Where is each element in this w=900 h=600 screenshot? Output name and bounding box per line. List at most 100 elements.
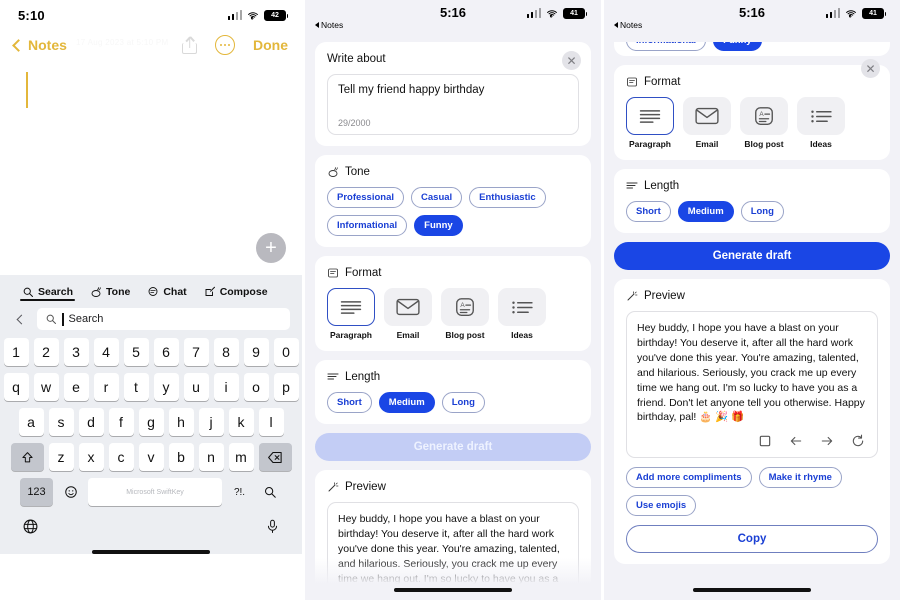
key-a[interactable]: a bbox=[18, 408, 44, 436]
close-icon[interactable]: ✕ bbox=[562, 51, 581, 70]
space-key[interactable]: Microsoft SwiftKey bbox=[88, 478, 222, 506]
format-option-ideas[interactable]: Ideas bbox=[796, 97, 845, 149]
tone-chip-professional[interactable]: Professional bbox=[326, 187, 405, 208]
tone-chip-funny[interactable]: Funny bbox=[414, 215, 463, 236]
format-title: Format bbox=[643, 76, 681, 88]
key-j[interactable]: j bbox=[198, 408, 224, 436]
share-button[interactable] bbox=[182, 36, 197, 54]
search-input[interactable]: Search bbox=[37, 308, 290, 330]
tone-chip-informational[interactable]: Informational bbox=[625, 42, 707, 51]
length-chip-long[interactable]: Long bbox=[740, 201, 784, 222]
key-c[interactable]: c bbox=[108, 443, 134, 471]
arrow-left-icon[interactable] bbox=[789, 434, 803, 448]
key-5[interactable]: 5 bbox=[123, 338, 149, 366]
key-g[interactable]: g bbox=[138, 408, 164, 436]
length-chip-long[interactable]: Long bbox=[441, 392, 485, 413]
globe-button[interactable] bbox=[22, 518, 39, 540]
key-p[interactable]: p bbox=[273, 373, 299, 401]
key-r[interactable]: r bbox=[93, 373, 119, 401]
format-option-email[interactable]: Email bbox=[383, 288, 432, 340]
key-8[interactable]: 8 bbox=[213, 338, 239, 366]
key-u[interactable]: u bbox=[183, 373, 209, 401]
key-l[interactable]: l bbox=[258, 408, 284, 436]
tab-compose[interactable]: Compose bbox=[204, 286, 268, 301]
back-to-notes-link[interactable]: Notes bbox=[613, 20, 642, 30]
close-icon[interactable]: ✕ bbox=[861, 59, 880, 78]
key-x[interactable]: x bbox=[78, 443, 104, 471]
format-option-ideas[interactable]: Ideas bbox=[497, 288, 546, 340]
key-0[interactable]: 0 bbox=[273, 338, 299, 366]
keyboard-keys: 1 2 3 4 5 6 7 8 9 0 q w e r t y u i o p … bbox=[0, 338, 302, 516]
key-i[interactable]: i bbox=[213, 373, 239, 401]
key-d[interactable]: d bbox=[78, 408, 104, 436]
key-4[interactable]: 4 bbox=[93, 338, 119, 366]
numeric-key[interactable]: 123 bbox=[20, 478, 53, 506]
tone-chip-enthusiastic[interactable]: Enthusiastic bbox=[469, 187, 546, 208]
key-o[interactable]: o bbox=[243, 373, 269, 401]
preview-text: Hey buddy, I hope you have a blast on yo… bbox=[636, 322, 865, 424]
key-b[interactable]: b bbox=[168, 443, 194, 471]
tab-tone[interactable]: Tone bbox=[90, 286, 130, 301]
key-h[interactable]: h bbox=[168, 408, 194, 436]
write-about-input[interactable]: Tell my friend happy birthday 29/2000 bbox=[326, 74, 579, 135]
key-f[interactable]: f bbox=[108, 408, 134, 436]
key-n[interactable]: n bbox=[198, 443, 224, 471]
key-9[interactable]: 9 bbox=[243, 338, 269, 366]
back-to-notes-button[interactable]: Notes bbox=[12, 37, 67, 53]
key-k[interactable]: k bbox=[228, 408, 254, 436]
key-t[interactable]: t bbox=[123, 373, 149, 401]
format-option-paragraph[interactable]: Paragraph bbox=[326, 288, 375, 340]
note-text-area[interactable]: + bbox=[0, 60, 302, 275]
generate-draft-button[interactable]: Generate draft bbox=[613, 242, 890, 270]
emoji-key[interactable] bbox=[58, 478, 83, 506]
punctuation-key[interactable]: ?!. bbox=[227, 478, 252, 506]
format-option-blogpost[interactable]: A Blog post bbox=[739, 97, 788, 149]
chevron-left-icon[interactable] bbox=[16, 314, 27, 324]
tone-chip-funny[interactable]: Funny bbox=[713, 42, 762, 51]
tone-chip-casual[interactable]: Casual bbox=[411, 187, 463, 208]
length-chip-medium[interactable]: Medium bbox=[378, 392, 435, 413]
key-3[interactable]: 3 bbox=[63, 338, 89, 366]
search-key[interactable] bbox=[257, 478, 282, 506]
key-2[interactable]: 2 bbox=[33, 338, 59, 366]
suggestion-chip-add-more-compliments[interactable]: Add more compliments bbox=[625, 467, 752, 489]
stop-icon[interactable] bbox=[758, 434, 772, 448]
key-6[interactable]: 6 bbox=[153, 338, 179, 366]
tab-chat[interactable]: Chat bbox=[147, 286, 187, 301]
copy-button[interactable]: Copy bbox=[625, 525, 878, 554]
suggestion-chip-use-emojis[interactable]: Use emojis bbox=[625, 495, 697, 517]
key-v[interactable]: v bbox=[138, 443, 164, 471]
format-option-blogpost[interactable]: A Blog post bbox=[440, 288, 489, 340]
generate-draft-button[interactable]: Generate draft bbox=[314, 433, 591, 461]
length-chip-short[interactable]: Short bbox=[625, 201, 671, 222]
key-e[interactable]: e bbox=[63, 373, 89, 401]
blogpost-icon: A bbox=[755, 107, 773, 125]
tone-chip-informational[interactable]: Informational bbox=[326, 215, 408, 236]
battery-level: 41 bbox=[570, 9, 578, 17]
refresh-icon[interactable] bbox=[851, 434, 865, 448]
key-7[interactable]: 7 bbox=[183, 338, 209, 366]
length-chip-medium[interactable]: Medium bbox=[677, 201, 734, 222]
key-z[interactable]: z bbox=[48, 443, 74, 471]
more-options-button[interactable] bbox=[215, 35, 235, 55]
tab-search[interactable]: Search bbox=[19, 286, 76, 301]
suggestion-chip-make-it-rhyme[interactable]: Make it rhyme bbox=[758, 467, 842, 489]
microphone-button[interactable] bbox=[265, 518, 280, 540]
add-attachment-button[interactable]: + bbox=[256, 233, 286, 263]
done-button[interactable]: Done bbox=[253, 37, 288, 53]
key-q[interactable]: q bbox=[3, 373, 29, 401]
key-1[interactable]: 1 bbox=[3, 338, 29, 366]
back-to-notes-link[interactable]: Notes bbox=[314, 20, 343, 30]
backspace-key[interactable] bbox=[258, 443, 292, 471]
arrow-right-icon[interactable] bbox=[820, 434, 834, 448]
key-w[interactable]: w bbox=[33, 373, 59, 401]
status-bar-1: 5:10 42 bbox=[0, 0, 302, 30]
key-s[interactable]: s bbox=[48, 408, 74, 436]
length-chip-short[interactable]: Short bbox=[326, 392, 372, 413]
key-m[interactable]: m bbox=[228, 443, 254, 471]
key-y[interactable]: y bbox=[153, 373, 179, 401]
format-option-paragraph[interactable]: Paragraph bbox=[625, 97, 674, 149]
search-icon bbox=[46, 314, 56, 324]
format-option-email[interactable]: Email bbox=[682, 97, 731, 149]
shift-key[interactable] bbox=[10, 443, 44, 471]
